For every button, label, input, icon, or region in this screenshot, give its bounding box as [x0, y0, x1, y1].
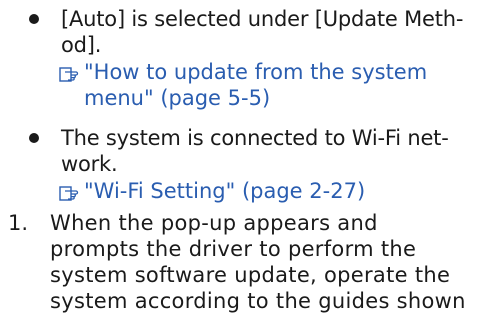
pointing-hand-reference-icon — [59, 184, 79, 202]
step-text-line: prompts the driver to perform the — [50, 237, 417, 261]
bullet-dot — [29, 14, 39, 24]
step-text-line: When the pop-up appears and — [50, 211, 378, 235]
reference-link-how-to-update-cont[interactable]: menu" (page 5-5) — [84, 85, 270, 111]
reference-link-wifi-setting[interactable]: "Wi-Fi Setting" (page 2-27) — [84, 178, 365, 204]
bullet-text-line: The system is connected to Wi-Fi net- — [61, 126, 449, 150]
step-number: 1. — [8, 211, 29, 235]
reference-link-how-to-update[interactable]: "How to update from the system — [84, 59, 427, 85]
step-text-line: system software update, operate the — [50, 263, 451, 287]
step-text-line: system according to the guides shown — [50, 289, 466, 313]
bullet-text-line: work. — [61, 152, 118, 176]
bullet-text-line: [Auto] is selected under [Update Meth- — [61, 7, 464, 31]
pointing-hand-reference-icon — [59, 65, 79, 83]
manual-page: [Auto] is selected under [Update Meth- o… — [0, 0, 477, 313]
bullet-text-line: od]. — [61, 33, 102, 57]
bullet-dot — [29, 133, 39, 143]
